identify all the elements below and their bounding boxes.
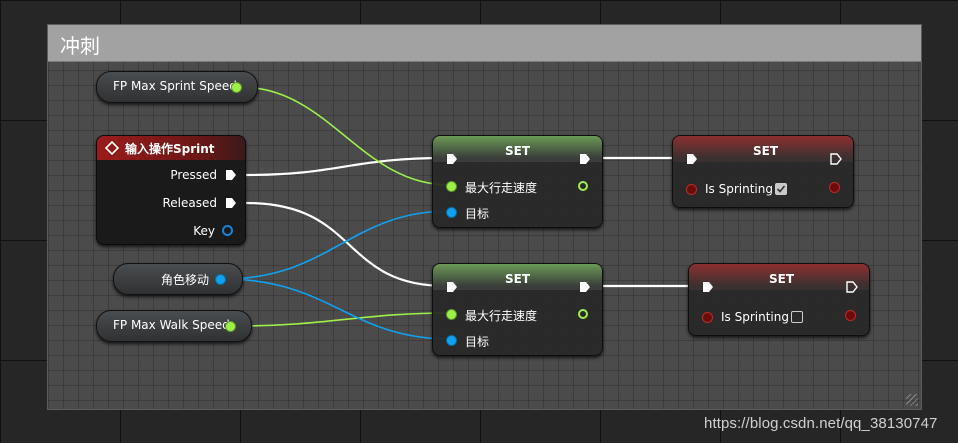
is-sprinting-pin-label: Is Sprinting	[705, 182, 773, 196]
object-wire-target1	[223, 210, 451, 280]
value-pin-label: 最大行走速度	[465, 309, 538, 323]
bool-output-pin[interactable]	[829, 182, 840, 193]
float-output-pin[interactable]	[578, 181, 588, 191]
float-wire-sprint-speed	[239, 86, 451, 186]
fp-max-sprint-speed-node[interactable]: FP Max Sprint Speed	[96, 71, 258, 103]
exec-input-pin-icon[interactable]	[702, 281, 714, 293]
is-sprinting-pin-label: Is Sprinting	[721, 310, 789, 324]
value-pin-label: 最大行走速度	[465, 181, 538, 195]
character-movement-node[interactable]: 角色移动	[113, 263, 243, 295]
node-label: FP Max Sprint Speed	[113, 79, 237, 93]
event-title: 输入操作Sprint	[125, 142, 215, 156]
node-label: 角色移动	[161, 273, 210, 287]
exec-wire-pressed	[245, 156, 447, 177]
key-pin-label: Key	[193, 224, 215, 238]
bool-input-pin[interactable]	[686, 184, 697, 195]
object-output-pin[interactable]	[215, 274, 226, 285]
exec-output-pin-icon[interactable]	[830, 153, 842, 165]
pressed-exec-pin-icon[interactable]	[225, 169, 237, 181]
target-input-pin[interactable]	[446, 335, 457, 346]
key-output-pin[interactable]	[222, 225, 233, 236]
is-sprinting-checkbox[interactable]	[775, 183, 787, 195]
float-output-pin[interactable]	[225, 321, 236, 332]
set-is-sprinting-node-2[interactable]: SET Is Sprinting	[688, 263, 870, 336]
exec-output-pin-icon[interactable]	[579, 281, 591, 293]
exec-wire-released	[245, 201, 447, 288]
released-exec-pin-icon[interactable]	[225, 197, 237, 209]
input-action-sprint-node[interactable]: 输入操作Sprint Pressed Released Key	[96, 135, 246, 245]
node-label: FP Max Walk Speed	[113, 318, 230, 332]
set-max-walk-speed-node-2[interactable]: SET 最大行走速度 目标	[432, 263, 603, 356]
float-output-pin[interactable]	[231, 82, 242, 93]
released-pin-label: Released	[162, 196, 217, 210]
node-title: SET	[769, 272, 795, 286]
exec-input-pin-icon[interactable]	[446, 281, 458, 293]
exec-output-pin-icon[interactable]	[579, 153, 591, 165]
node-title: SET	[753, 144, 779, 158]
node-title: SET	[505, 144, 531, 158]
float-input-pin[interactable]	[446, 181, 457, 192]
watermark-text: https://blog.csdn.net/qq_38130747	[704, 415, 938, 432]
exec-output-pin-icon[interactable]	[846, 281, 858, 293]
exec-input-pin-icon[interactable]	[446, 153, 458, 165]
pressed-pin-label: Pressed	[170, 168, 217, 182]
target-pin-label: 目标	[465, 207, 490, 221]
set-max-walk-speed-node-1[interactable]: SET 最大行走速度 目标	[432, 135, 603, 228]
event-diamond-icon	[105, 141, 119, 155]
float-wire-walk-speed	[233, 312, 451, 327]
is-sprinting-checkbox[interactable]	[791, 311, 803, 323]
target-input-pin[interactable]	[446, 207, 457, 218]
checkmark-icon	[776, 185, 786, 193]
fp-max-walk-speed-node[interactable]: FP Max Walk Speed	[96, 310, 252, 342]
object-wire-target2	[223, 278, 451, 340]
node-title: SET	[505, 272, 531, 286]
exec-input-pin-icon[interactable]	[686, 153, 698, 165]
bool-output-pin[interactable]	[845, 310, 856, 321]
set-is-sprinting-node-1[interactable]: SET Is Sprinting	[672, 135, 854, 208]
float-output-pin[interactable]	[578, 309, 588, 319]
bool-input-pin[interactable]	[702, 312, 713, 323]
float-input-pin[interactable]	[446, 309, 457, 320]
target-pin-label: 目标	[465, 335, 490, 349]
